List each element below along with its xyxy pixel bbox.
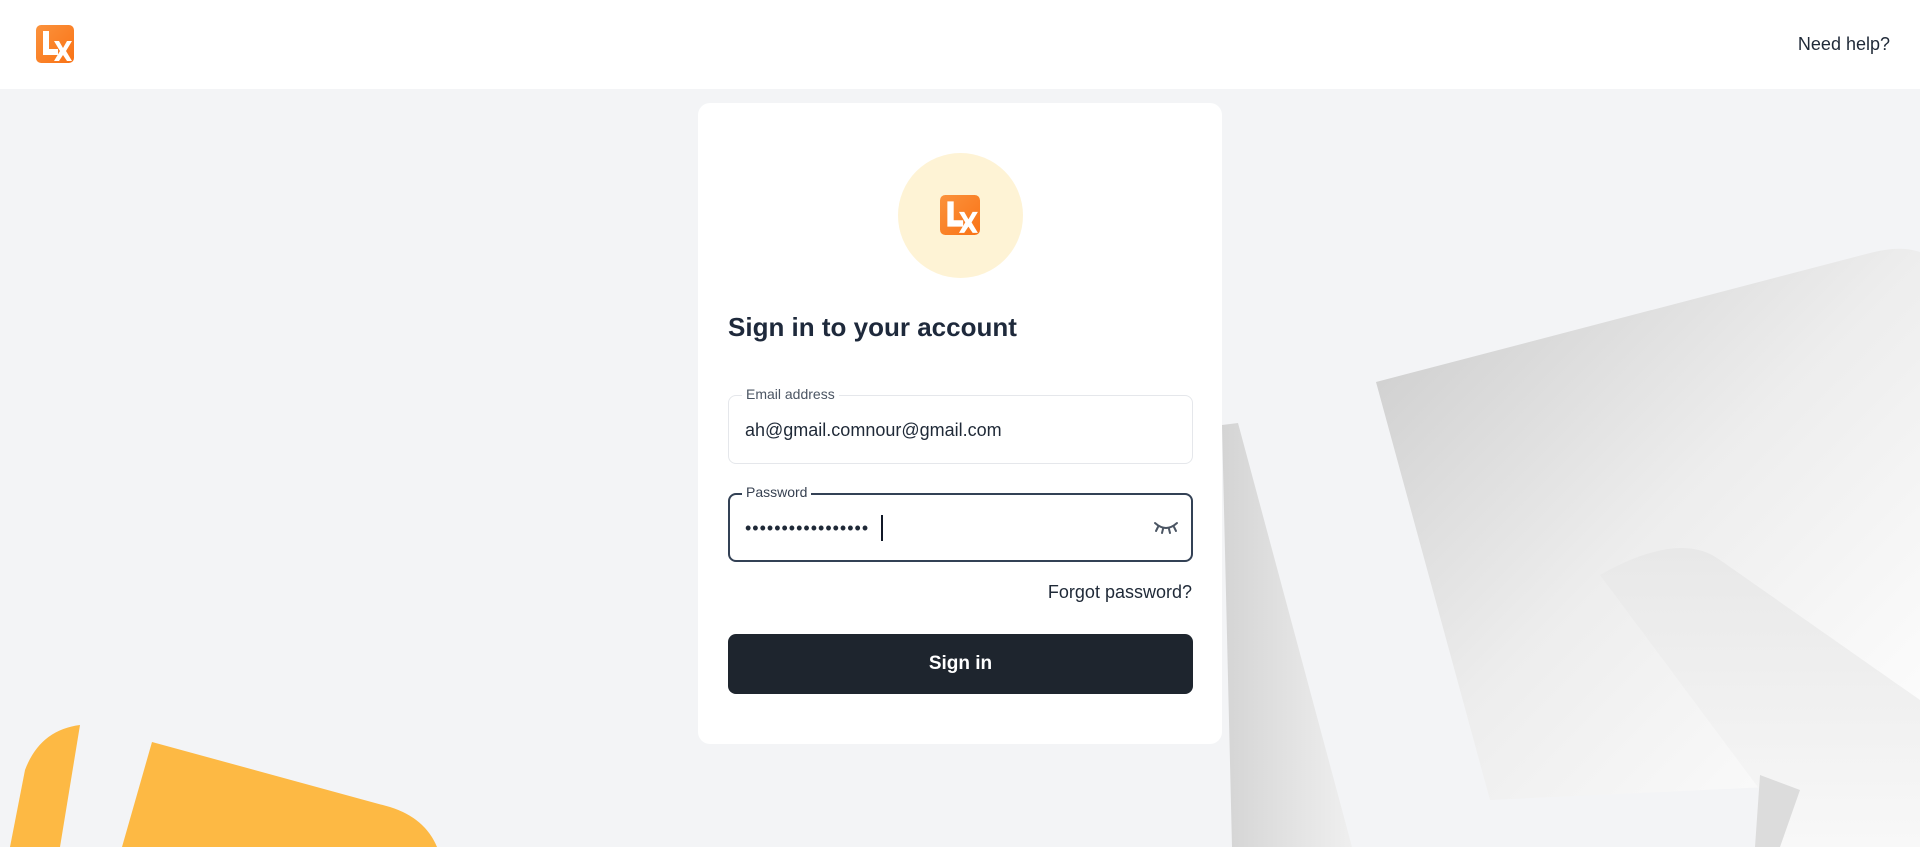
lx-logo-icon[interactable] (36, 25, 74, 63)
lx-logo-icon (940, 195, 980, 235)
text-cursor (881, 515, 883, 541)
password-field: Password (728, 484, 1193, 562)
sign-in-button[interactable]: Sign in (728, 634, 1193, 694)
email-input[interactable] (745, 416, 1135, 444)
top-navigation-bar: Need help? (0, 0, 1920, 89)
password-input[interactable] (745, 514, 1135, 542)
page-title: Sign in to your account (728, 312, 1017, 342)
logo-badge (898, 153, 1023, 278)
password-label: Password (742, 484, 812, 500)
eye-closed-icon[interactable] (1153, 518, 1179, 536)
need-help-link[interactable]: Need help? (1798, 34, 1890, 55)
email-label: Email address (742, 386, 839, 402)
sign-in-card: Sign in to your account Email address Pa… (698, 103, 1222, 744)
forgot-password-link[interactable]: Forgot password? (1048, 582, 1192, 603)
email-field: Email address (728, 386, 1193, 464)
